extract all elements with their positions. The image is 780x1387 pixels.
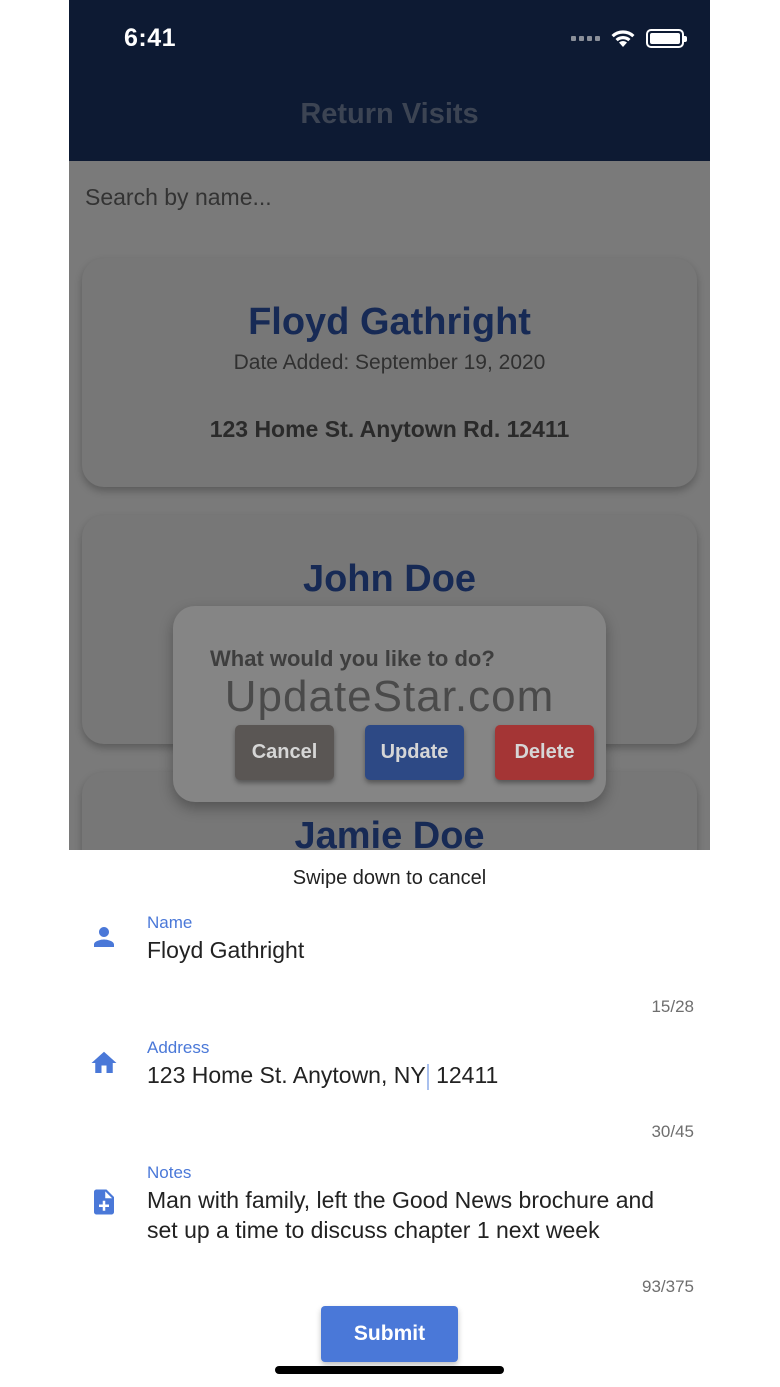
wifi-icon xyxy=(611,30,635,47)
address-field[interactable]: 123 Home St. Anytown, NY 12411 xyxy=(147,1060,687,1090)
address-char-counter: 30/45 xyxy=(651,1122,694,1141)
card-name: John Doe xyxy=(302,558,477,600)
cellular-signal-icon xyxy=(571,35,600,41)
watermark-text: UpdateStar.com xyxy=(224,672,555,721)
cancel-button[interactable]: Cancel xyxy=(235,725,334,780)
update-button[interactable]: Update xyxy=(365,725,464,780)
name-field-label: Name xyxy=(147,913,193,932)
app-bar: 6:41 Return Visits xyxy=(69,0,710,161)
text-caret xyxy=(426,1063,429,1090)
person-icon xyxy=(94,927,114,947)
notes-field[interactable]: Man with family, left the Good News broc… xyxy=(147,1185,687,1245)
search-input[interactable]: Search by name... xyxy=(85,184,272,211)
card-name: Jamie Doe xyxy=(294,815,485,850)
address-text-before-caret: 123 Home St. Anytown, NY xyxy=(147,1062,426,1088)
home-indicator[interactable] xyxy=(275,1366,504,1374)
name-char-counter: 15/28 xyxy=(651,997,694,1016)
visit-card[interactable]: Floyd Gathright Date Added: September 19… xyxy=(82,258,697,487)
submit-button[interactable]: Submit xyxy=(321,1306,458,1362)
delete-button[interactable]: Delete xyxy=(495,725,594,780)
action-dialog: What would you like to do? UpdateStar.co… xyxy=(173,606,606,802)
notes-char-counter: 93/375 xyxy=(642,1277,694,1296)
notes-field-label: Notes xyxy=(147,1163,192,1182)
name-field[interactable]: Floyd Gathright xyxy=(147,935,687,965)
edit-bottom-sheet: Swipe down to cancel Name Floyd Gathrigh… xyxy=(69,850,710,1387)
swipe-hint: Swipe down to cancel xyxy=(292,867,487,889)
card-name: Floyd Gathright xyxy=(248,301,531,343)
card-date-added: Date Added: September 19, 2020 xyxy=(233,351,546,374)
dialog-question: What would you like to do? xyxy=(210,646,495,671)
status-icons xyxy=(571,28,687,48)
battery-icon xyxy=(646,28,687,48)
home-icon xyxy=(91,1051,117,1073)
page-title: Return Visits xyxy=(300,98,479,130)
note-add-icon xyxy=(94,1189,114,1215)
address-field-label: Address xyxy=(147,1038,210,1057)
phone-screen: 6:41 Return Visits Search by name... Flo… xyxy=(69,0,710,1387)
address-text-after-caret: 12411 xyxy=(429,1062,499,1088)
status-time: 6:41 xyxy=(124,24,177,52)
card-address: 123 Home St. Anytown Rd. 12411 xyxy=(209,416,570,442)
background-app-overlay: 6:41 Return Visits Search by name... Flo… xyxy=(69,0,710,850)
